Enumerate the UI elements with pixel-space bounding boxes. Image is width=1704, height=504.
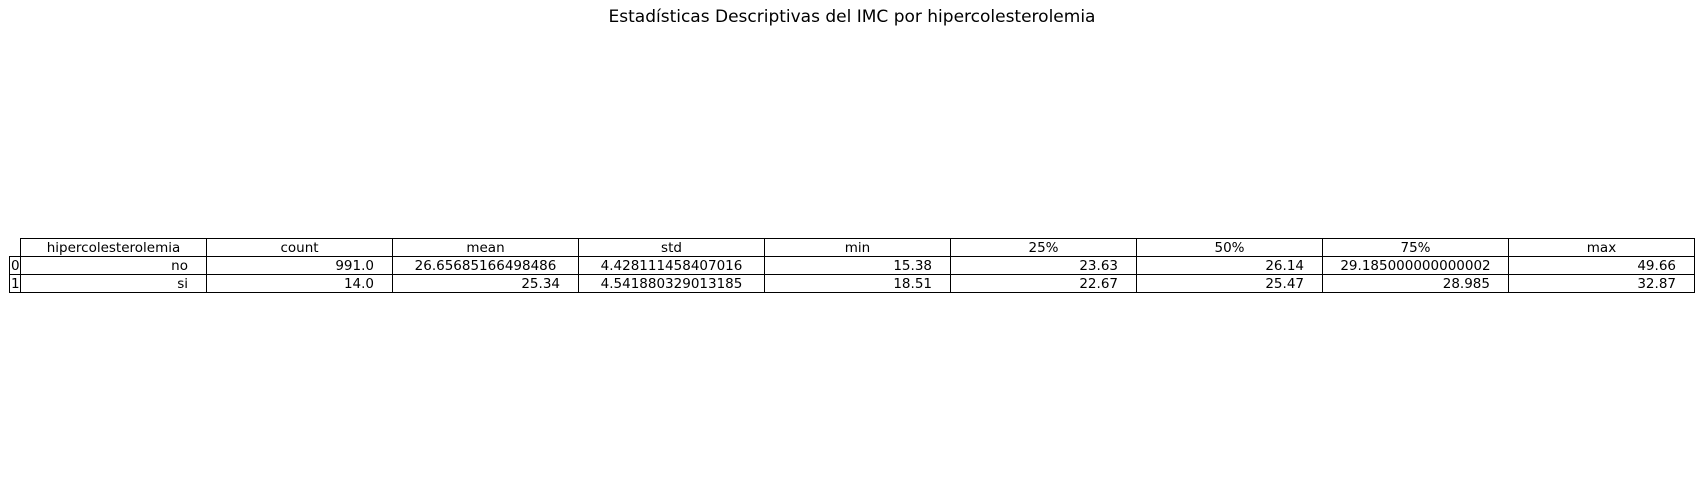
column-header: 50% [1136,238,1323,257]
column-header: min [764,238,951,257]
table-cell: 29.185000000000002 [1322,256,1509,275]
table-cell: 4.428111458407016 [578,256,765,275]
table-cell: 23.63 [950,256,1137,275]
table-cell: 15.38 [764,256,951,275]
table-cell: 22.67 [950,274,1137,293]
column-header: hipercolesterolemia [20,238,207,257]
corner-cell [10,239,21,257]
column-header: max [1508,238,1695,257]
table-cell: 28.985 [1322,274,1509,293]
table-cell: 4.541880329013185 [578,274,765,293]
table-row: 0 no 991.0 26.65685166498486 4.428111458… [9,256,1695,275]
table-cell: no [20,256,207,275]
table-cell: 991.0 [206,256,393,275]
table-cell: si [20,274,207,293]
table-cell: 25.47 [1136,274,1323,293]
row-index: 1 [9,274,21,293]
column-header: count [206,238,393,257]
row-index: 0 [9,256,21,275]
table-cell: 14.0 [206,274,393,293]
table-row: 1 si 14.0 25.34 4.541880329013185 18.51 … [9,274,1695,293]
column-header: mean [392,238,579,257]
column-header: 25% [950,238,1137,257]
table-cell: 26.65685166498486 [392,256,579,275]
table-cell: 32.87 [1508,274,1695,293]
table-cell: 25.34 [392,274,579,293]
chart-title: Estadísticas Descriptivas del IMC por hi… [608,7,1096,27]
header-row: hipercolesterolemia count mean std min 2… [10,238,1695,257]
column-header: 75% [1322,238,1509,257]
table-cell: 49.66 [1508,256,1695,275]
table-cell: 26.14 [1136,256,1323,275]
stats-table: hipercolesterolemia count mean std min 2… [9,238,1695,293]
table-cell: 18.51 [764,274,951,293]
column-header: std [578,238,765,257]
